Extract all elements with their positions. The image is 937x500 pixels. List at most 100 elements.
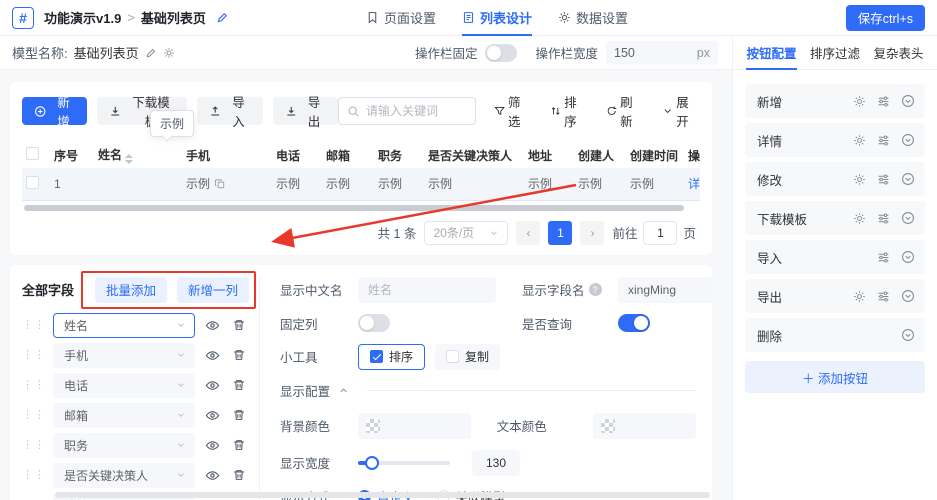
gear-icon[interactable]	[853, 290, 866, 303]
horizontal-scrollbar[interactable]	[24, 205, 684, 211]
width-slider[interactable]	[358, 461, 450, 465]
tune-icon[interactable]	[877, 251, 890, 264]
field-select[interactable]: 是否关键决策人	[53, 463, 195, 488]
sidebar-button-row[interactable]: 删除	[745, 318, 925, 352]
eye-icon[interactable]	[202, 438, 222, 453]
goto-page-input[interactable]	[643, 221, 677, 245]
search-input[interactable]	[366, 104, 466, 118]
sidebar-button-row[interactable]: 导出	[745, 279, 925, 313]
tune-icon[interactable]	[877, 212, 890, 225]
tab-sort-filter[interactable]: 排序过滤	[810, 36, 860, 70]
tab-data-settings[interactable]: 数据设置	[558, 0, 628, 36]
drag-handle-icon[interactable]: ⋮⋮	[22, 350, 46, 361]
sidebar-button-row[interactable]: 新增	[745, 84, 925, 118]
copy-checkbox[interactable]	[446, 350, 459, 363]
import-button[interactable]: 导入	[197, 97, 262, 125]
eye-icon[interactable]	[202, 378, 222, 393]
drag-handle-icon[interactable]: ⋮⋮	[22, 440, 46, 451]
select-all-checkbox[interactable]	[26, 147, 39, 160]
tab-list-design[interactable]: 列表设计	[462, 0, 532, 36]
eye-icon[interactable]	[202, 348, 222, 363]
cn-name-input[interactable]	[358, 277, 496, 303]
copy-icon[interactable]	[214, 178, 226, 190]
query-toggle[interactable]	[618, 314, 650, 332]
tune-icon[interactable]	[877, 290, 890, 303]
fixed-col-toggle[interactable]	[358, 314, 390, 332]
gear-icon[interactable]	[853, 173, 866, 186]
sidebar-button-row[interactable]: 导入	[745, 240, 925, 274]
batch-add-button[interactable]: 批量添加	[95, 277, 167, 303]
prev-page-button[interactable]: ‹	[516, 221, 540, 245]
tab-page-settings[interactable]: 页面设置	[366, 0, 436, 36]
bg-color-picker[interactable]	[358, 413, 471, 439]
tune-icon[interactable]	[877, 173, 890, 186]
drag-handle-icon[interactable]: ⋮⋮	[22, 320, 46, 331]
display-config-section[interactable]: 显示配置	[280, 381, 696, 400]
help-question-icon[interactable]: ?	[589, 283, 602, 296]
trash-icon[interactable]	[229, 468, 249, 482]
trash-icon[interactable]	[229, 378, 249, 392]
breadcrumb-app[interactable]: 功能演示v1.9	[44, 8, 121, 27]
sort-carets-icon[interactable]	[125, 154, 133, 164]
field-select[interactable]: 手机	[53, 343, 195, 368]
tab-button-config[interactable]: 按钮配置	[746, 36, 796, 70]
refresh-link[interactable]: 刷新	[606, 92, 644, 130]
edit-title-pencil-icon[interactable]	[216, 11, 229, 24]
page-horizontal-scrollbar[interactable]	[55, 492, 710, 498]
add-button[interactable]: 新增	[22, 97, 87, 125]
chevron-down-circle-icon[interactable]	[901, 328, 915, 342]
sidebar-button-row[interactable]: 下载模板	[745, 201, 925, 235]
chevron-down-circle-icon[interactable]	[901, 133, 915, 147]
action-width-input[interactable]	[614, 46, 674, 60]
field-name-input[interactable]	[618, 277, 712, 303]
gear-icon[interactable]	[853, 212, 866, 225]
trash-icon[interactable]	[229, 348, 249, 362]
field-select[interactable]: 电话	[53, 373, 195, 398]
tune-icon[interactable]	[877, 134, 890, 147]
slider-knob[interactable]	[365, 456, 379, 470]
pencil-icon[interactable]	[145, 47, 157, 59]
field-select[interactable]: 姓名	[53, 313, 195, 338]
drag-handle-icon[interactable]: ⋮⋮	[22, 470, 46, 481]
row-checkbox[interactable]	[22, 168, 50, 200]
eye-icon[interactable]	[202, 318, 222, 333]
gear-icon[interactable]	[163, 47, 175, 59]
trash-icon[interactable]	[229, 408, 249, 422]
chevron-down-circle-icon[interactable]	[901, 211, 915, 225]
filter-link[interactable]: 筛选	[494, 92, 532, 130]
breadcrumb-page[interactable]: 基础列表页	[141, 8, 206, 27]
sort-checkbox[interactable]	[370, 350, 383, 363]
add-column-button[interactable]: 新增一列	[177, 277, 249, 303]
field-select[interactable]: 邮箱	[53, 403, 195, 428]
save-button[interactable]: 保存ctrl+s	[846, 5, 925, 31]
page-size-select[interactable]: 20条/页	[424, 221, 508, 245]
chevron-down-circle-icon[interactable]	[901, 172, 915, 186]
widget-copy-chip[interactable]: 复制	[435, 344, 500, 370]
current-page[interactable]: 1	[548, 221, 572, 245]
action-fixed-toggle[interactable]	[485, 44, 517, 62]
drag-handle-icon[interactable]: ⋮⋮	[22, 410, 46, 421]
tune-icon[interactable]	[877, 95, 890, 108]
chevron-down-circle-icon[interactable]	[901, 94, 915, 108]
eye-icon[interactable]	[202, 468, 222, 483]
detail-link[interactable]: 详情	[688, 177, 700, 191]
gear-icon[interactable]	[853, 95, 866, 108]
export-button[interactable]: 导出	[273, 97, 338, 125]
tab-complex-header[interactable]: 复杂表头	[873, 36, 923, 70]
sidebar-button-row[interactable]: 修改	[745, 162, 925, 196]
trash-icon[interactable]	[229, 438, 249, 452]
chevron-down-circle-icon[interactable]	[901, 289, 915, 303]
trash-icon[interactable]	[229, 318, 249, 332]
eye-icon[interactable]	[202, 408, 222, 423]
sort-link[interactable]: 排序	[550, 92, 588, 130]
sidebar-button-row[interactable]: 详情	[745, 123, 925, 157]
text-color-picker[interactable]	[593, 413, 696, 439]
widget-sort-chip[interactable]: 排序	[358, 344, 425, 370]
field-select[interactable]: 职务	[53, 433, 195, 458]
drag-handle-icon[interactable]: ⋮⋮	[22, 380, 46, 391]
add-button-button[interactable]: ＋ 添加按钮	[745, 361, 925, 393]
expand-link[interactable]: 展开	[662, 92, 700, 130]
gear-icon[interactable]	[853, 134, 866, 147]
chevron-down-circle-icon[interactable]	[901, 250, 915, 264]
next-page-button[interactable]: ›	[580, 221, 604, 245]
